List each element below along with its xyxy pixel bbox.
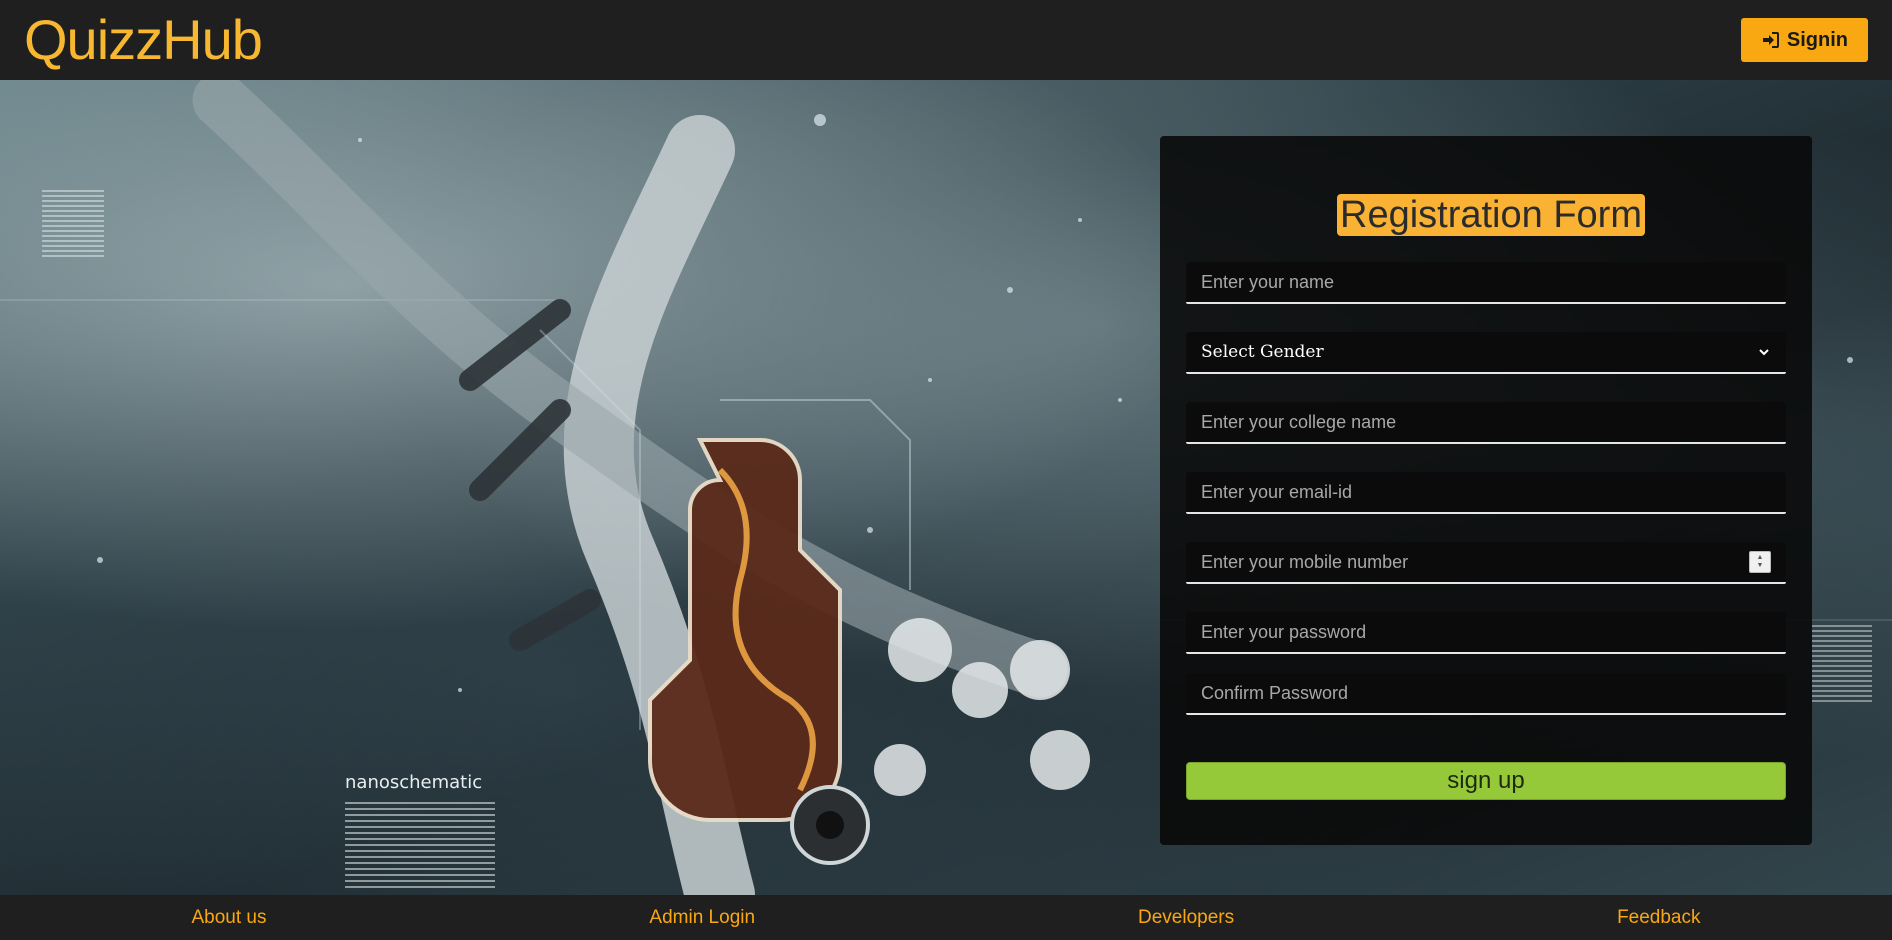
mobile-placeholder: Enter your mobile number	[1201, 551, 1409, 572]
password-placeholder: Enter your password	[1201, 621, 1367, 642]
gender-selected-value: Select Gender	[1201, 342, 1324, 362]
email-placeholder: Enter your email-id	[1201, 481, 1353, 502]
signin-label: Signin	[1786, 28, 1848, 51]
confirm-password-placeholder: Confirm Password	[1201, 682, 1349, 703]
top-navbar: QuizzHub Signin	[0, 0, 1892, 80]
footer-link-admin-login[interactable]: Admin Login	[649, 907, 755, 929]
number-spinner-icon[interactable]: ▲ ▼	[1749, 551, 1771, 573]
college-input[interactable]: Enter your college name	[1186, 402, 1786, 444]
registration-card: Registration Form Enter your name Select…	[1160, 136, 1812, 845]
college-placeholder: Enter your college name	[1201, 411, 1397, 432]
form-title: Registration Form	[1337, 194, 1645, 236]
chevron-down-icon	[1759, 349, 1769, 356]
name-placeholder: Enter your name	[1201, 271, 1335, 292]
footer-link-developers[interactable]: Developers	[1138, 907, 1234, 929]
decorative-text-block	[345, 802, 495, 890]
signin-button[interactable]: Signin	[1740, 18, 1868, 62]
gender-select[interactable]: Select Gender	[1186, 332, 1786, 374]
decorative-text-block	[42, 190, 104, 260]
decorative-text-block	[1812, 625, 1872, 705]
email-input[interactable]: Enter your email-id	[1186, 472, 1786, 514]
watermark-logo: nanoschematic	[345, 772, 483, 793]
footer-link-about[interactable]: About us	[191, 907, 266, 929]
footer-nav: About us Admin Login Developers Feedback	[0, 895, 1892, 940]
password-input[interactable]: Enter your password	[1186, 612, 1786, 654]
site-logo[interactable]: QuizzHub	[24, 0, 263, 80]
confirm-password-input[interactable]: Confirm Password	[1186, 673, 1786, 715]
mobile-input[interactable]: Enter your mobile number ▲ ▼	[1186, 542, 1786, 584]
footer-link-feedback[interactable]: Feedback	[1617, 907, 1700, 929]
name-input[interactable]: Enter your name	[1186, 262, 1786, 304]
sign-in-icon	[1762, 32, 1779, 48]
signup-button[interactable]: sign up	[1186, 762, 1786, 800]
